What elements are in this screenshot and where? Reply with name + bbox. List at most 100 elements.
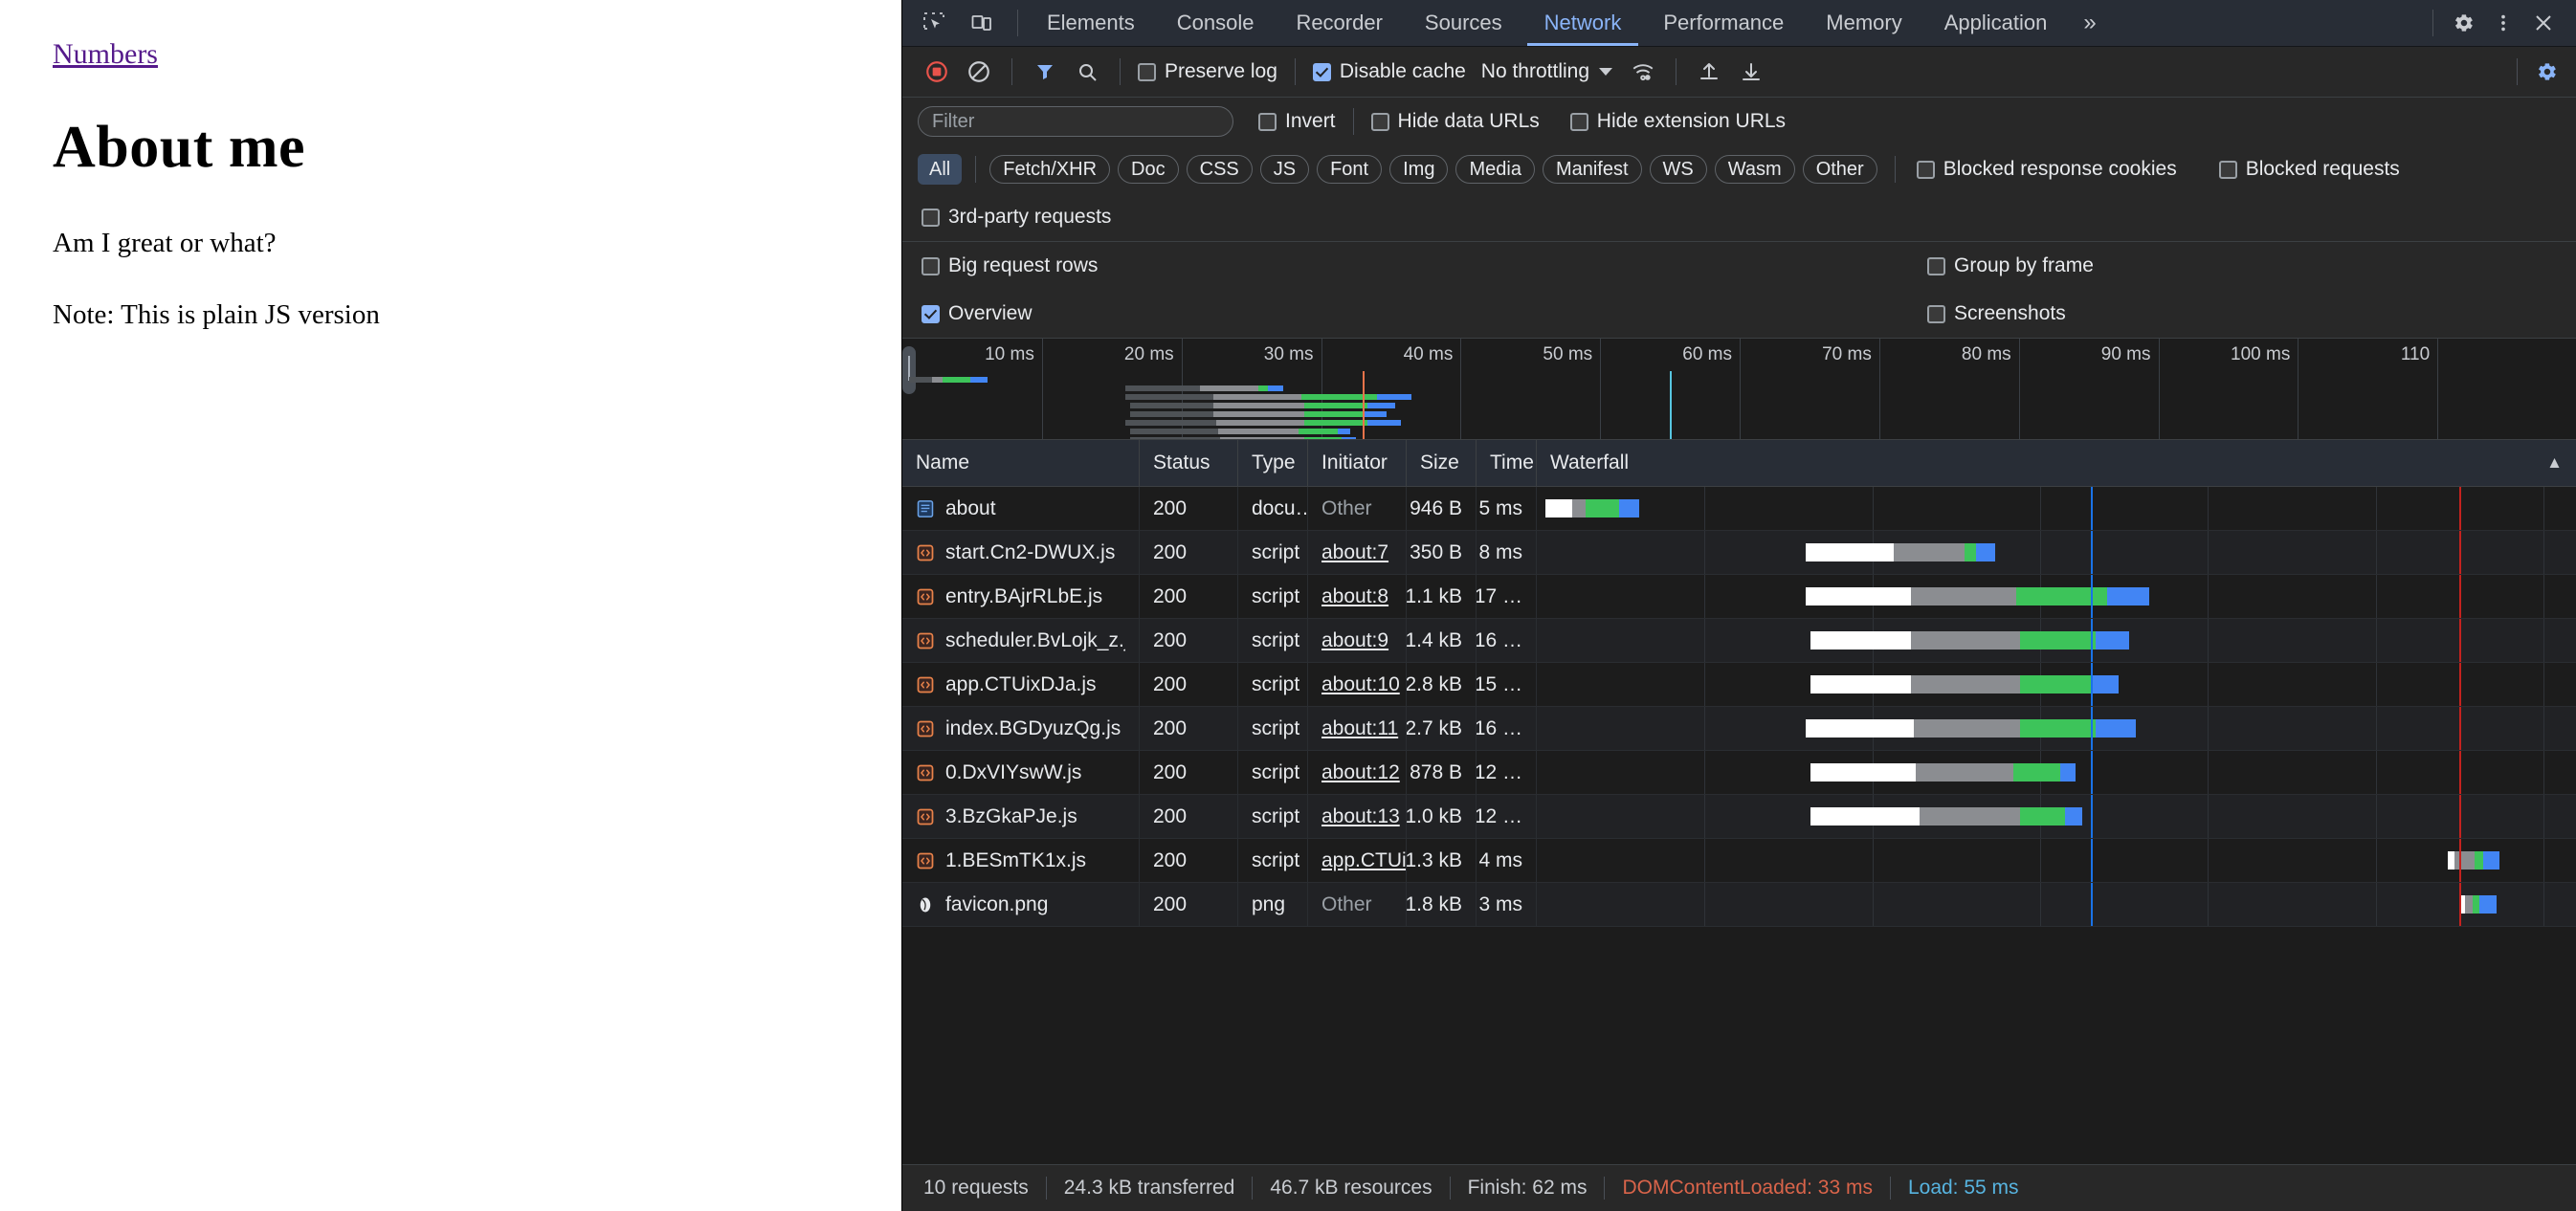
search-button[interactable]: [1068, 53, 1106, 91]
cell-type: script: [1238, 531, 1308, 574]
initiator-link[interactable]: about:13: [1321, 805, 1400, 828]
js-file-icon: [916, 587, 935, 606]
inspect-element-icon[interactable]: [916, 5, 952, 41]
initiator-link[interactable]: about:11: [1321, 717, 1398, 740]
request-row[interactable]: scheduler.BvLojk_z.js200scriptabout:91.4…: [902, 619, 2576, 663]
waterfall-segment: [2065, 807, 2082, 826]
export-har-icon[interactable]: [1732, 53, 1770, 91]
more-tabs-chevron-icon[interactable]: »: [2068, 0, 2111, 46]
column-header-type[interactable]: Type: [1238, 440, 1308, 486]
type-value: script: [1252, 585, 1299, 608]
waterfall-gridline: [2543, 707, 2544, 750]
throttling-dropdown[interactable]: No throttling: [1474, 57, 1620, 86]
cell-initiator: Other: [1308, 883, 1407, 926]
request-row[interactable]: entry.BAjrRLbE.js200scriptabout:811.1 kB…: [902, 575, 2576, 619]
waterfall-segment: [1810, 675, 1911, 694]
cell-initiator: Other: [1308, 487, 1407, 530]
disable-cache-checkbox[interactable]: Disable cache: [1309, 58, 1470, 85]
filter-button[interactable]: [1026, 53, 1064, 91]
import-har-icon[interactable]: [1690, 53, 1728, 91]
gear-icon[interactable]: [2445, 5, 2481, 41]
overview-left-handle[interactable]: [902, 346, 916, 394]
network-overview-timeline[interactable]: 10 ms20 ms30 ms40 ms50 ms60 ms70 ms80 ms…: [902, 338, 2576, 440]
column-header-name[interactable]: Name: [902, 440, 1140, 486]
initiator-link[interactable]: about:7: [1321, 541, 1388, 564]
chip-wasm[interactable]: Wasm: [1715, 155, 1795, 184]
chip-font[interactable]: Font: [1317, 155, 1382, 184]
initiator-link[interactable]: about:10: [1321, 673, 1400, 696]
preserve-log-checkbox[interactable]: Preserve log: [1134, 58, 1281, 85]
chip-js[interactable]: JS: [1260, 155, 1309, 184]
overview-tick-label: 80 ms: [1962, 344, 2019, 365]
tab-console[interactable]: Console: [1156, 0, 1276, 46]
size-value: 878 B: [1410, 761, 1462, 784]
filter-input[interactable]: [918, 106, 1233, 137]
column-header-waterfall[interactable]: Waterfall▲: [1537, 440, 2576, 486]
chip-media[interactable]: Media: [1455, 155, 1534, 184]
status-transferred: 24.3 kB transferred: [1047, 1177, 1253, 1200]
third-party-requests-checkbox[interactable]: 3rd-party requests: [918, 204, 1115, 231]
initiator-link[interactable]: about:9: [1321, 629, 1388, 652]
waterfall-gridline: [2208, 531, 2209, 574]
js-file-icon: [916, 851, 935, 870]
device-toolbar-icon[interactable]: [964, 5, 1000, 41]
chip-all[interactable]: All: [918, 154, 962, 185]
chip-other[interactable]: Other: [1803, 155, 1877, 184]
hide-data-urls-checkbox[interactable]: Hide data URLs: [1367, 108, 1543, 135]
group-by-frame-checkbox[interactable]: Group by frame: [1923, 253, 2098, 279]
cell-size: 878 B: [1407, 751, 1477, 794]
tab-network[interactable]: Network: [1523, 0, 1643, 46]
record-button[interactable]: [918, 53, 956, 91]
big-request-rows-checkbox[interactable]: Big request rows: [918, 253, 1101, 279]
toolbar-right-group: [2507, 53, 2565, 91]
chip-fetch-xhr[interactable]: Fetch/XHR: [989, 155, 1110, 184]
cell-waterfall: [1537, 751, 2576, 794]
request-row[interactable]: about200docu…Other946 B5 ms: [902, 487, 2576, 531]
tab-application[interactable]: Application: [1923, 0, 2069, 46]
overview-checkbox[interactable]: Overview: [918, 300, 1036, 327]
blocked-response-cookies-checkbox[interactable]: Blocked response cookies: [1913, 156, 2181, 183]
request-row[interactable]: favicon.png200pngOther1.8 kB3 ms: [902, 883, 2576, 927]
column-header-initiator[interactable]: Initiator: [1308, 440, 1407, 486]
overview-gridline: [2159, 339, 2160, 439]
request-row[interactable]: 1.BESmTK1x.js200scriptapp.CTUixD…1.3 kB4…: [902, 839, 2576, 883]
blocked-requests-checkbox[interactable]: Blocked requests: [2215, 156, 2404, 183]
chip-img[interactable]: Img: [1389, 155, 1448, 184]
numbers-link[interactable]: Numbers: [53, 38, 158, 70]
request-row[interactable]: 0.DxVIYswW.js200scriptabout:12878 B12 …: [902, 751, 2576, 795]
request-row[interactable]: start.Cn2-DWUX.js200scriptabout:7350 B8 …: [902, 531, 2576, 575]
chip-manifest[interactable]: Manifest: [1543, 155, 1642, 184]
clear-button[interactable]: [960, 53, 998, 91]
tab-performance[interactable]: Performance: [1642, 0, 1805, 46]
initiator-link[interactable]: app.CTUixD…: [1321, 849, 1407, 872]
cell-status: 200: [1140, 531, 1238, 574]
cell-status: 200: [1140, 751, 1238, 794]
chip-ws[interactable]: WS: [1650, 155, 1707, 184]
more-options-icon[interactable]: [2485, 5, 2521, 41]
network-conditions-icon[interactable]: [1624, 53, 1662, 91]
tab-elements[interactable]: Elements: [1026, 0, 1156, 46]
invert-checkbox[interactable]: Invert: [1255, 108, 1340, 135]
type-value: docu…: [1252, 497, 1308, 520]
waterfall-gridline: [1873, 839, 1874, 882]
chip-css[interactable]: CSS: [1187, 155, 1253, 184]
column-header-size[interactable]: Size: [1407, 440, 1477, 486]
js-file-icon: [916, 543, 935, 562]
chip-doc[interactable]: Doc: [1118, 155, 1179, 184]
close-icon[interactable]: [2525, 5, 2562, 41]
request-row[interactable]: 3.BzGkaPJe.js200scriptabout:131.0 kB12 …: [902, 795, 2576, 839]
hide-extension-urls-label: Hide extension URLs: [1597, 110, 1786, 133]
request-row[interactable]: index.BGDyuzQg.js200scriptabout:112.7 kB…: [902, 707, 2576, 751]
tab-memory[interactable]: Memory: [1805, 0, 1922, 46]
network-settings-gear-icon[interactable]: [2527, 53, 2565, 91]
column-header-time[interactable]: Time: [1477, 440, 1537, 486]
hide-extension-urls-checkbox[interactable]: Hide extension URLs: [1566, 108, 1789, 135]
request-row[interactable]: app.CTUixDJa.js200scriptabout:102.8 kB15…: [902, 663, 2576, 707]
column-header-status[interactable]: Status: [1140, 440, 1238, 486]
tab-sources[interactable]: Sources: [1404, 0, 1523, 46]
screenshots-checkbox[interactable]: Screenshots: [1923, 300, 2070, 327]
initiator-link[interactable]: about:8: [1321, 585, 1388, 608]
tab-recorder[interactable]: Recorder: [1275, 0, 1403, 46]
chip-label: Img: [1403, 159, 1434, 181]
initiator-link[interactable]: about:12: [1321, 761, 1400, 784]
